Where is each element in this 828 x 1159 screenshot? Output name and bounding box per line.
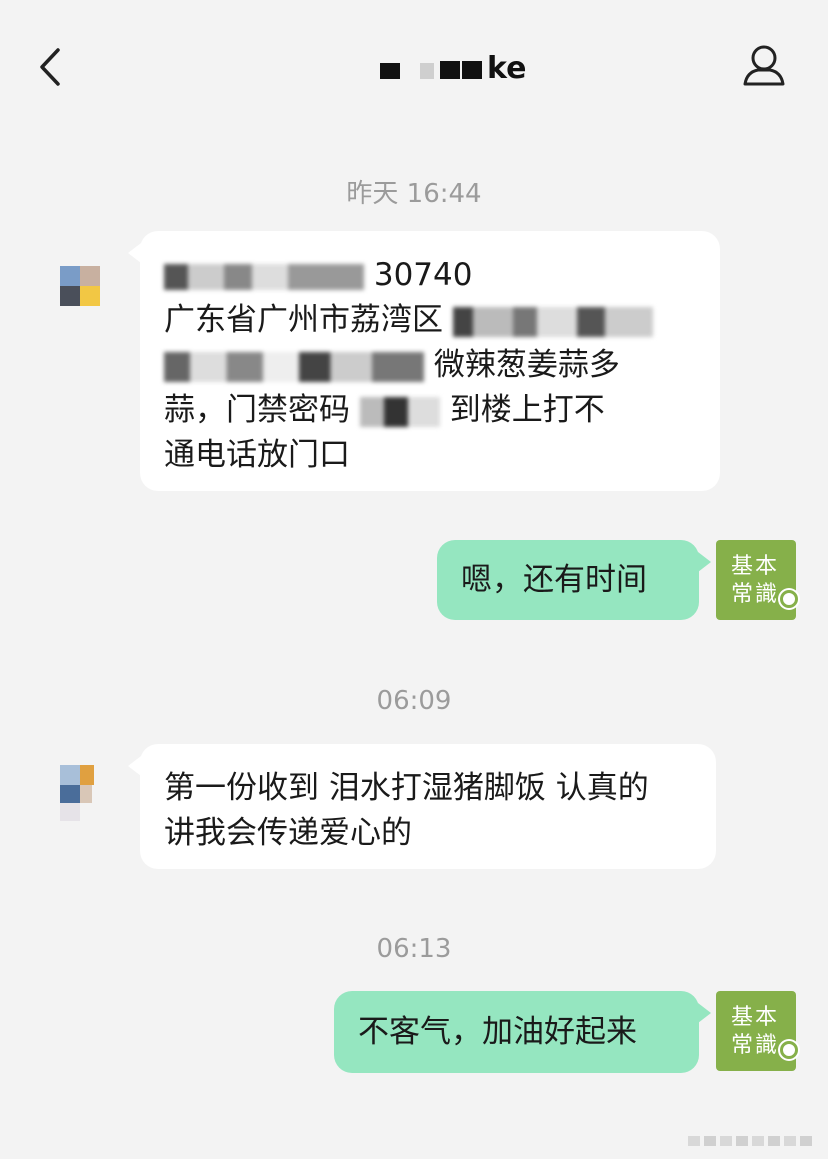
contact-avatar[interactable]	[60, 242, 100, 306]
bubble-tail	[128, 756, 141, 776]
incoming-message-bubble[interactable]: 30740 广东省广州市荔湾区 微辣葱姜蒜多 蒜，门禁密码 到楼上打不 通电话放…	[128, 231, 720, 491]
message-text: 不客气，加油好起来	[358, 1013, 637, 1050]
avatar-dot	[780, 590, 798, 608]
message-text: 嗯，还有时间	[461, 561, 647, 598]
outgoing-message-bubble[interactable]: 不客气，加油好起来	[334, 991, 711, 1073]
incoming-message-bubble[interactable]: 第一份收到 泪水打湿猪脚饭 认真的 讲我会传递爱心的	[128, 744, 716, 869]
contact-name: ke	[380, 48, 527, 88]
profile-button[interactable]	[738, 42, 790, 92]
timestamp: 昨天 16:44	[346, 179, 482, 209]
redacted-name-pixels	[380, 57, 485, 79]
redacted-text	[164, 263, 364, 290]
message-line: 蒜，门禁密码 到楼上打不	[164, 392, 605, 428]
outgoing-message-bubble[interactable]: 嗯，还有时间	[437, 540, 711, 620]
back-button[interactable]	[28, 40, 78, 96]
bubble-tail	[698, 1003, 711, 1023]
message-line: 广东省广州市荔湾区	[164, 298, 696, 343]
chat-header: ke	[0, 0, 828, 135]
redacted-text	[452, 306, 653, 337]
redacted-text	[164, 351, 424, 382]
watermark-graphic	[688, 1136, 812, 1146]
contact-name-suffix: ke	[487, 50, 527, 86]
message-line: 讲我会传递爱心的	[164, 815, 412, 851]
bubble-tail	[698, 552, 711, 572]
chevron-left-icon	[40, 48, 60, 86]
message-line: 30740	[164, 253, 696, 298]
contact-avatar[interactable]	[60, 757, 100, 821]
person-icon	[743, 45, 785, 86]
redacted-text	[359, 396, 440, 427]
timestamp: 06:13	[376, 934, 452, 964]
avatar-dot	[780, 1041, 798, 1059]
message-line: 微辣葱姜蒜多	[164, 343, 696, 388]
my-avatar[interactable]: 基本 常識	[716, 540, 798, 620]
message-line: 通电话放门口	[164, 437, 350, 473]
timestamp: 06:09	[376, 686, 452, 716]
message-line: 第一份收到 泪水打湿猪脚饭 认真的	[164, 770, 649, 806]
bubble-tail	[128, 243, 141, 263]
my-avatar[interactable]: 基本 常識	[716, 991, 798, 1071]
